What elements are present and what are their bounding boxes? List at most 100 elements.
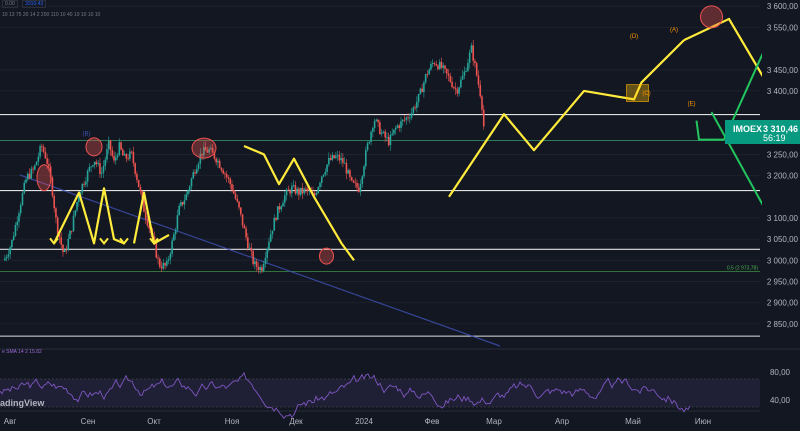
candle-body: [261, 267, 263, 271]
time-tick: 2024: [355, 417, 373, 426]
candle-body: [285, 189, 288, 196]
candle-body: [41, 146, 43, 147]
candle-body: [460, 79, 462, 88]
chart-canvas[interactable]: 3 344,103 164,813 025,892 820,940.5 (2 9…: [0, 0, 800, 431]
candle-body: [120, 142, 122, 150]
candle-body: [166, 260, 168, 266]
candle-body: [53, 195, 55, 209]
price-tick: 3 050,00: [767, 235, 799, 244]
candle-body: [171, 240, 173, 254]
candle-body: [85, 181, 87, 185]
candle-body: [229, 178, 232, 185]
candle-body: [345, 162, 348, 174]
candle-body: [35, 161, 38, 166]
candle-body: [222, 170, 224, 174]
candle-body: [255, 261, 258, 267]
candle-body: [322, 174, 325, 177]
candle-body: [481, 96, 483, 110]
candle-body: [42, 146, 45, 152]
ticker-badge[interactable]: IMOEX 3 310,46 56:19: [725, 120, 800, 144]
pivot-circle: [319, 247, 334, 265]
wave-labels: (B) (D) (C) (E) (A): [83, 28, 696, 138]
candle-body: [437, 65, 439, 70]
candle-body: [379, 122, 381, 135]
candle-body: [447, 73, 450, 76]
price-axis[interactable]: 3 600,00 3 550,00 3 450,00 3 400,00 3 250,00…: [762, 0, 800, 431]
candle-body: [250, 247, 253, 252]
time-tick: Июн: [695, 417, 711, 426]
candle-body: [83, 183, 85, 185]
candle-body: [241, 214, 244, 226]
candle-body: [195, 168, 198, 174]
candle-body: [39, 146, 41, 157]
candle-body: [396, 125, 399, 128]
candle-body: [366, 143, 369, 151]
time-tick: Авг: [4, 417, 17, 426]
candle-body: [225, 174, 228, 178]
candle-body: [370, 131, 372, 142]
candle-body: [419, 88, 422, 95]
time-axis[interactable]: Авг Сен Окт Ноя Дек 2024 Фев Мар Апр Май Июн: [0, 410, 760, 426]
time-tick: Фев: [425, 417, 440, 426]
price-tick: 3 600,00: [767, 2, 799, 11]
candle-body: [306, 188, 309, 191]
candle-body: [137, 179, 140, 188]
candle-body: [424, 74, 427, 83]
candle-body: [92, 165, 94, 167]
price-tick: 3 250,00: [767, 150, 799, 159]
candle-body: [88, 167, 91, 171]
pivot-circle: [191, 137, 217, 159]
candle-body: [284, 195, 286, 203]
candle-body: [282, 202, 284, 207]
candle-body: [389, 134, 392, 146]
candle-body: [438, 61, 441, 70]
candle-body: [63, 249, 66, 253]
candle-body: [347, 170, 349, 174]
time-tick: Сен: [81, 417, 96, 426]
candle-body: [271, 230, 274, 235]
chart-grid: [0, 5, 760, 325]
candle-body: [268, 241, 270, 249]
price-tick: 3 200,00: [767, 172, 799, 181]
candle-body: [335, 155, 337, 159]
candle-body: [65, 249, 68, 251]
candle-body: [479, 84, 482, 97]
candle-body: [373, 120, 376, 128]
candle-body: [76, 201, 78, 211]
candle-body: [329, 157, 332, 160]
pivot-circle: [36, 164, 52, 192]
candle-body: [472, 45, 474, 61]
candle-body: [421, 88, 423, 93]
candle-body: [74, 210, 77, 216]
candle-body: [303, 188, 305, 194]
candle-body: [231, 184, 233, 191]
candle-body: [461, 75, 464, 80]
candle-body: [95, 161, 98, 165]
candle-body: [32, 168, 34, 170]
rsi-tick: 80,00: [770, 368, 791, 377]
candle-body: [194, 172, 196, 174]
candle-body: [44, 151, 47, 159]
candle-body: [412, 107, 415, 113]
price-tick: 3 400,00: [767, 87, 799, 96]
candle-body: [474, 60, 476, 64]
candle-body: [21, 193, 24, 206]
rsi-label: e SMA 14 2 15.82: [2, 349, 42, 355]
candle-body: [104, 159, 107, 167]
candle-body: [269, 234, 272, 242]
candle-body: [400, 121, 402, 128]
candle-body: [287, 189, 290, 191]
candle-body: [451, 81, 453, 88]
wave-label: (B): [83, 131, 91, 137]
candle-body: [97, 163, 99, 165]
candle-body: [162, 263, 165, 269]
candle-body: [14, 224, 17, 236]
price-tick: 3 450,00: [767, 66, 799, 75]
candle-body: [354, 182, 357, 184]
candle-body: [467, 62, 469, 72]
candle-body: [12, 235, 15, 240]
candle-body: [155, 242, 158, 258]
candle-body: [99, 163, 101, 174]
candle-body: [380, 132, 383, 135]
candle-body: [259, 267, 261, 271]
